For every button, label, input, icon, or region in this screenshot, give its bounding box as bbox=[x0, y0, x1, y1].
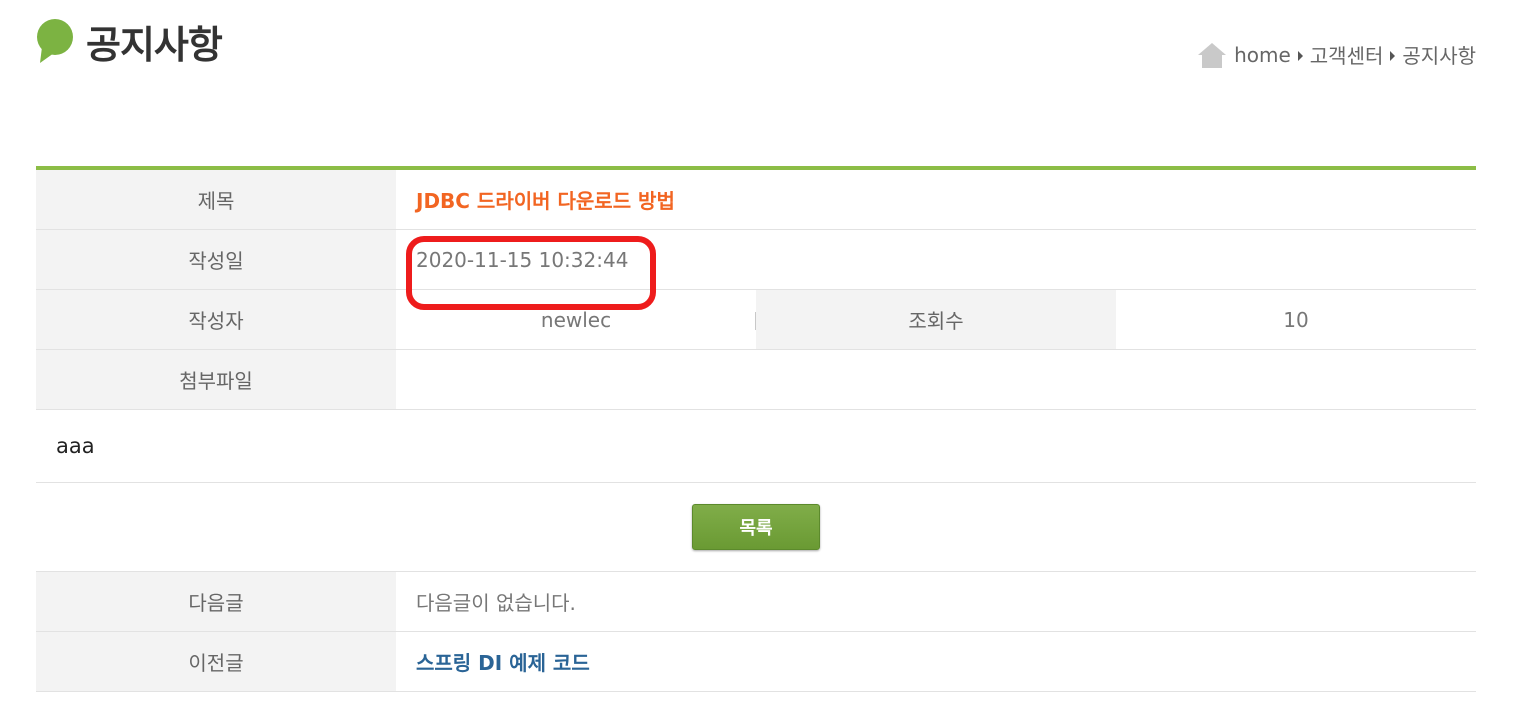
attachment-row: 첨부파일 bbox=[36, 350, 1476, 410]
prev-post-cell: 스프링 DI 예제 코드 bbox=[396, 632, 1476, 691]
breadcrumb-home[interactable]: home bbox=[1234, 43, 1291, 67]
breadcrumb: home 고객센터 공지사항 bbox=[1196, 40, 1476, 69]
notice-detail-table: 제목 JDBC 드라이버 다운로드 방법 작성일 2020-11-15 10:3… bbox=[36, 166, 1476, 410]
date-cell: 2020-11-15 10:32:44 bbox=[396, 230, 1476, 310]
prev-post-label: 이전글 bbox=[36, 632, 396, 691]
home-icon bbox=[1198, 42, 1227, 68]
breadcrumb-customer-center[interactable]: 고객센터 bbox=[1310, 40, 1384, 69]
page-title: 공지사항 bbox=[86, 22, 223, 67]
date-value-wrap: 2020-11-15 10:32:44 bbox=[406, 235, 656, 310]
writer-row: 작성자 newlec 조회수 10 bbox=[36, 290, 1476, 350]
title-cell: JDBC 드라이버 다운로드 방법 bbox=[396, 170, 1476, 229]
notice-date: 2020-11-15 10:32:44 bbox=[416, 247, 629, 272]
attachment-value bbox=[396, 350, 1476, 409]
notice-title: JDBC 드라이버 다운로드 방법 bbox=[416, 189, 675, 213]
post-navigation: 다음글 다음글이 없습니다. 이전글 스프링 DI 예제 코드 bbox=[36, 571, 1476, 692]
attachment-label: 첨부파일 bbox=[36, 350, 396, 409]
date-row: 작성일 2020-11-15 10:32:44 bbox=[36, 230, 1476, 310]
notice-content-text: aaa bbox=[56, 434, 95, 458]
next-post-value: 다음글이 없습니다. bbox=[416, 591, 576, 615]
writer-label: 작성자 bbox=[36, 290, 396, 349]
next-post-label: 다음글 bbox=[36, 572, 396, 631]
next-post-cell: 다음글이 없습니다. bbox=[396, 572, 1476, 631]
breadcrumb-arrow-icon bbox=[1390, 50, 1396, 61]
date-label: 작성일 bbox=[36, 230, 396, 289]
title-label: 제목 bbox=[36, 170, 396, 229]
breadcrumb-notice[interactable]: 공지사항 bbox=[1402, 40, 1476, 69]
page-header: 공지사항 bbox=[36, 16, 223, 67]
next-post-row: 다음글 다음글이 없습니다. bbox=[36, 572, 1476, 632]
speech-bubble-icon bbox=[37, 19, 73, 63]
prev-post-row: 이전글 스프링 DI 예제 코드 bbox=[36, 632, 1476, 692]
list-button[interactable]: 목록 bbox=[692, 504, 820, 550]
writer-value: newlec bbox=[396, 290, 756, 349]
breadcrumb-arrow-icon bbox=[1297, 50, 1303, 61]
views-value: 10 bbox=[1283, 307, 1309, 332]
prev-post-link[interactable]: 스프링 DI 예제 코드 bbox=[416, 647, 590, 676]
notice-content: aaa bbox=[36, 410, 1476, 483]
title-row: 제목 JDBC 드라이버 다운로드 방법 bbox=[36, 170, 1476, 230]
views-label: 조회수 bbox=[756, 290, 1116, 349]
